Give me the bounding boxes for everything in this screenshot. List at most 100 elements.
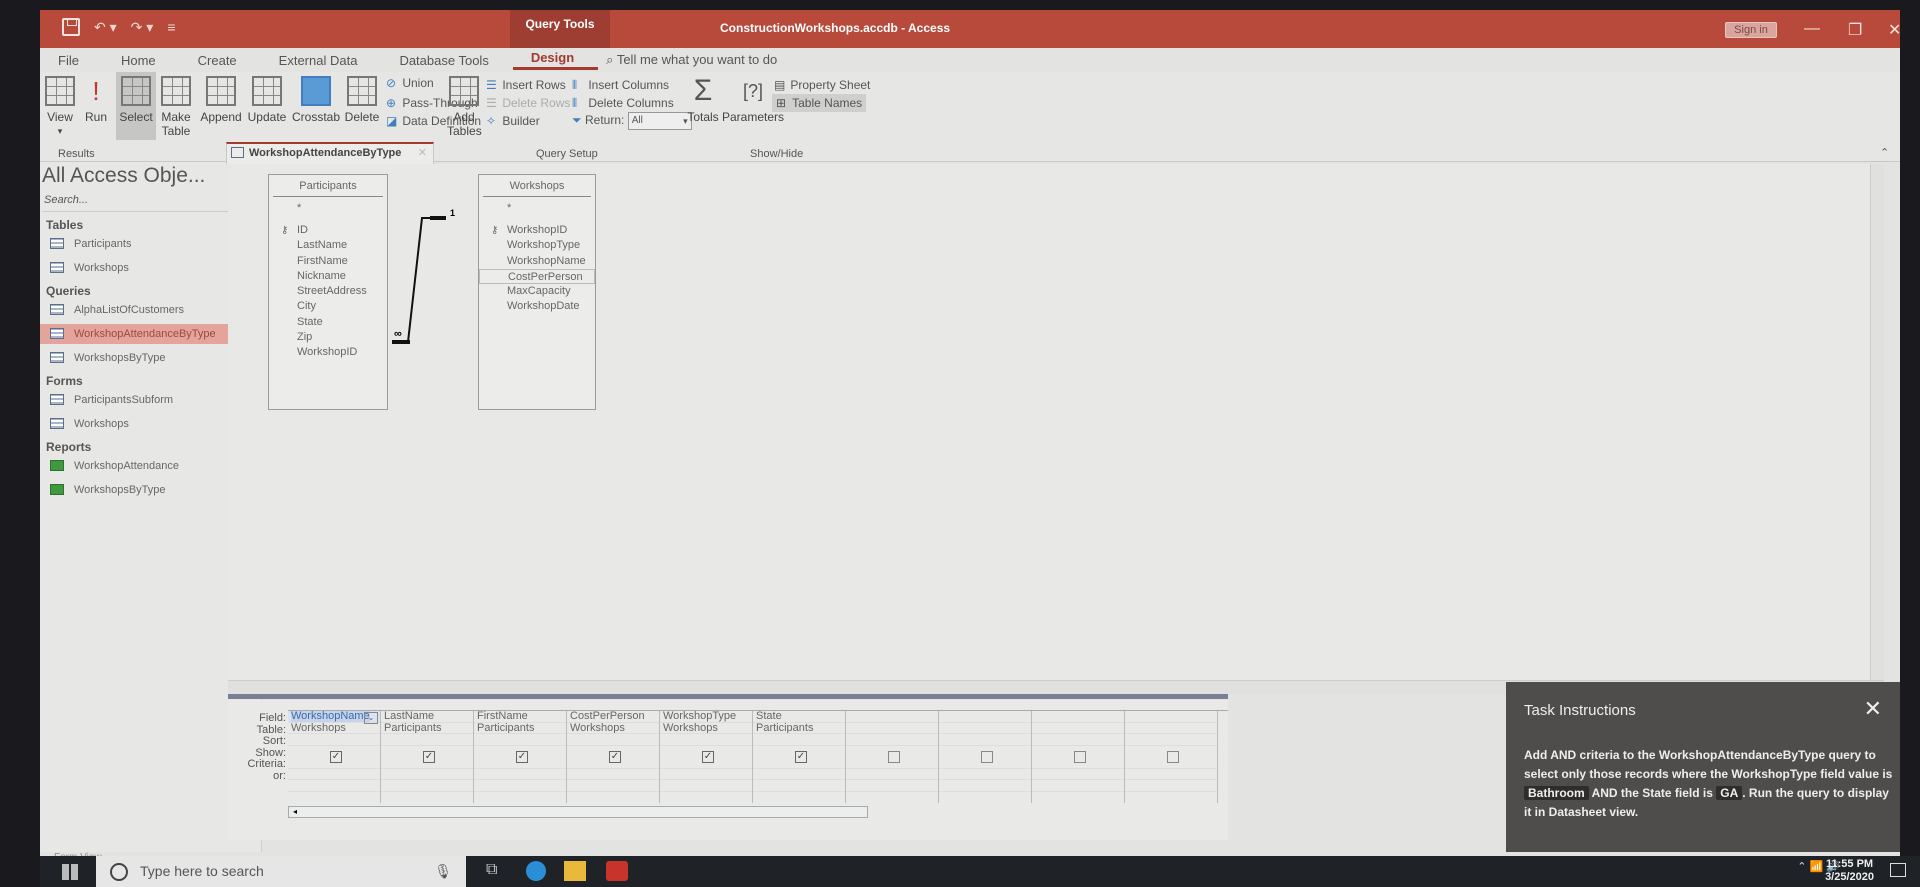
table-cell[interactable]: Workshops	[288, 723, 380, 734]
or-cell[interactable]	[846, 780, 938, 792]
nav-section-reports[interactable]: Reports⌃⌃	[46, 440, 256, 454]
field-cell[interactable]: State	[753, 711, 845, 723]
criteria-cell[interactable]	[474, 769, 566, 780]
field-list-item[interactable]: MaxCapacity	[479, 284, 595, 299]
microphone-icon[interactable]: 🎙	[434, 856, 452, 887]
minimize-icon[interactable]: —	[1804, 20, 1820, 38]
close-tab-icon[interactable]: ✕	[418, 144, 427, 162]
or-cell[interactable]	[753, 780, 845, 792]
table-cell[interactable]: Workshops	[660, 723, 752, 734]
field-list-item[interactable]: Nickname	[269, 269, 387, 284]
return-select[interactable]: All	[627, 112, 692, 130]
field-list-item[interactable]: State	[269, 315, 387, 330]
sign-in-button[interactable]: Sign in	[1725, 22, 1777, 38]
nav-section-tables[interactable]: Tables⌃⌃	[46, 218, 256, 232]
or-cell[interactable]	[288, 780, 380, 792]
append-button[interactable]: Append	[198, 76, 244, 124]
field-list-item[interactable]: CostPerPerson	[479, 268, 595, 285]
insert-columns-button[interactable]: ⫴ Insert Columns	[572, 78, 669, 93]
field-cell[interactable]: CostPerPerson	[567, 711, 659, 723]
show-checkbox[interactable]: ✓	[795, 751, 807, 763]
tab-create[interactable]: Create	[180, 53, 261, 68]
redo-icon[interactable]: ↷ ▾	[131, 19, 154, 36]
sort-cell[interactable]	[753, 734, 845, 746]
show-checkbox[interactable]: ✓	[516, 751, 528, 763]
field-cell[interactable]: FirstName	[474, 711, 566, 723]
add-tables-button[interactable]: Add Tables	[444, 76, 484, 138]
table-cell[interactable]: Participants	[753, 723, 845, 734]
or-cell[interactable]	[939, 780, 1031, 792]
clock[interactable]: 11:55 PM 3/25/2020	[1825, 858, 1874, 884]
criteria-cell[interactable]	[288, 769, 380, 780]
tab-external-data[interactable]: External Data	[261, 53, 382, 68]
field-list-item[interactable]: WorkshopID	[269, 345, 387, 360]
document-tab[interactable]: WorkshopAttendanceByType ✕	[226, 142, 434, 164]
tab-database-tools[interactable]: Database Tools	[381, 53, 512, 68]
crosstab-button[interactable]: Crosstab	[290, 76, 342, 124]
sort-cell[interactable]	[1125, 734, 1217, 746]
sort-cell[interactable]	[474, 734, 566, 746]
sort-cell[interactable]	[288, 734, 380, 746]
field-cell[interactable]: WorkshopType	[660, 711, 752, 723]
run-button[interactable]: ! Run	[78, 76, 114, 124]
show-checkbox[interactable]: ✓	[423, 751, 435, 763]
undo-icon[interactable]: ↶ ▾	[94, 19, 117, 36]
sort-cell[interactable]	[660, 734, 752, 746]
show-checkbox[interactable]	[1074, 751, 1086, 763]
criteria-cell[interactable]	[939, 769, 1031, 780]
union-button[interactable]: ⊘ Union	[386, 76, 434, 90]
file-explorer-icon[interactable]	[564, 861, 586, 881]
criteria-cell[interactable]	[753, 769, 845, 780]
criteria-cell[interactable]	[381, 769, 473, 780]
customize-qat-icon[interactable]: ≡	[167, 19, 175, 35]
field-list-item[interactable]: *	[269, 201, 387, 223]
field-list-item[interactable]: FirstName	[269, 254, 387, 269]
show-checkbox[interactable]	[1167, 751, 1179, 763]
update-button[interactable]: Update	[244, 76, 290, 124]
view-button[interactable]: View ▾	[42, 76, 78, 138]
or-cell[interactable]	[1032, 780, 1124, 792]
field-list-workshops[interactable]: Workshops * ⚷ WorkshopID WorkshopType Worksh…	[478, 174, 596, 410]
tab-home[interactable]: Home	[103, 53, 180, 68]
close-icon[interactable]: ✕	[1888, 20, 1901, 40]
field-list-item[interactable]: *	[479, 201, 595, 223]
delete-query-button[interactable]: Delete	[342, 76, 382, 124]
tell-me-search[interactable]: ⌕ Tell me what you want to do	[606, 52, 777, 68]
table-cell[interactable]	[846, 723, 938, 734]
vertical-scrollbar[interactable]	[1870, 164, 1884, 694]
field-list-item[interactable]: WorkshopName	[479, 254, 595, 269]
tab-file[interactable]: File	[40, 53, 103, 68]
field-list-item[interactable]: WorkshopDate	[479, 299, 595, 314]
table-cell[interactable]	[1125, 723, 1217, 734]
table-cell[interactable]: Participants	[381, 723, 473, 734]
access-app-icon[interactable]	[606, 861, 628, 881]
sort-cell[interactable]	[567, 734, 659, 746]
or-cell[interactable]	[660, 780, 752, 792]
criteria-cell[interactable]	[1125, 769, 1217, 780]
table-cell[interactable]	[939, 723, 1031, 734]
field-cell[interactable]	[1032, 711, 1124, 723]
nav-search-input[interactable]: Search...⚲	[42, 194, 258, 212]
totals-button[interactable]: Σ Totals	[684, 76, 722, 125]
field-list-item[interactable]: ⚷ ID	[269, 223, 387, 238]
taskbar-search-input[interactable]: Type here to search 🎙	[96, 856, 466, 887]
show-checkbox[interactable]: ✓	[609, 751, 621, 763]
or-cell[interactable]	[474, 780, 566, 792]
table-cell[interactable]	[1032, 723, 1124, 734]
table-cell[interactable]: Participants	[474, 723, 566, 734]
grid-horizontal-scrollbar[interactable]: ◂	[288, 806, 868, 818]
or-cell[interactable]	[381, 780, 473, 792]
show-checkbox[interactable]: ✓	[330, 751, 342, 763]
nav-section-forms[interactable]: Forms⌃⌃	[46, 374, 256, 388]
criteria-cell[interactable]	[567, 769, 659, 780]
nav-item-query-workshopattendancebytype[interactable]: WorkshopAttendanceByType	[40, 324, 256, 344]
show-checkbox[interactable]: ✓	[702, 751, 714, 763]
edge-icon[interactable]	[526, 861, 546, 881]
windows-start-icon[interactable]	[62, 864, 78, 880]
show-checkbox[interactable]	[888, 751, 900, 763]
or-cell[interactable]	[567, 780, 659, 792]
field-list-item[interactable]: Zip	[269, 330, 387, 345]
tab-design[interactable]: Design	[512, 50, 599, 70]
sort-cell[interactable]	[381, 734, 473, 746]
sort-cell[interactable]	[846, 734, 938, 746]
